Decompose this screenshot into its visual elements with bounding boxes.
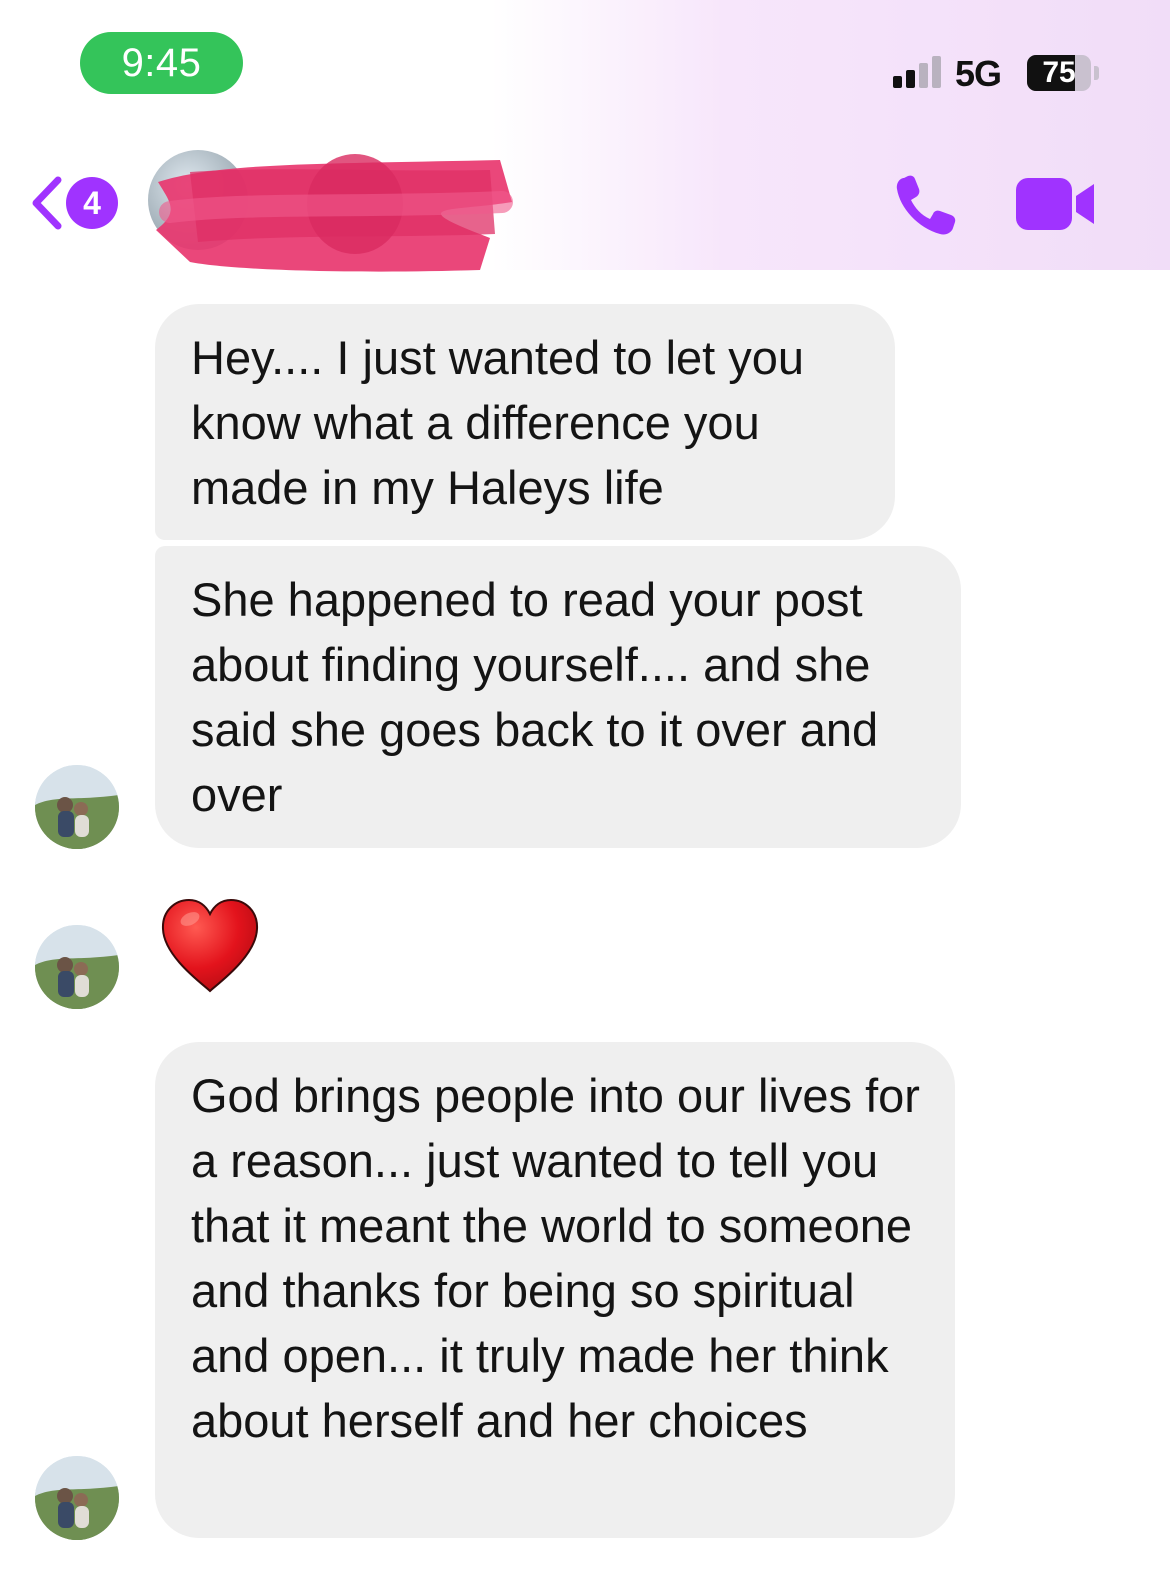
sender-avatar[interactable] (35, 1456, 119, 1540)
battery-percent: 75 (1042, 56, 1076, 89)
battery-icon: 75 (1027, 55, 1091, 91)
cellular-signal-icon (893, 56, 941, 88)
red-heart-icon (161, 898, 259, 993)
voice-call-button[interactable] (890, 170, 962, 242)
message-bubble: God brings people into our lives for a r… (155, 1042, 955, 1538)
chevron-left-icon (32, 176, 62, 230)
sender-avatar[interactable] (35, 925, 119, 1009)
sender-avatar[interactable] (35, 765, 119, 849)
network-type: 5G (955, 53, 1002, 94)
message-bubble: She happened to read your post about fin… (155, 546, 961, 848)
redaction-scribble (156, 154, 513, 272)
unread-count-badge[interactable]: 4 (66, 177, 118, 229)
battery-cap (1094, 66, 1099, 80)
status-time: 9:45 (80, 32, 243, 94)
phone-icon (896, 175, 956, 235)
video-camera-icon (1016, 178, 1094, 230)
message-bubble: Hey.... I just wanted to let you know wh… (155, 304, 895, 540)
video-call-button[interactable] (1014, 176, 1098, 232)
